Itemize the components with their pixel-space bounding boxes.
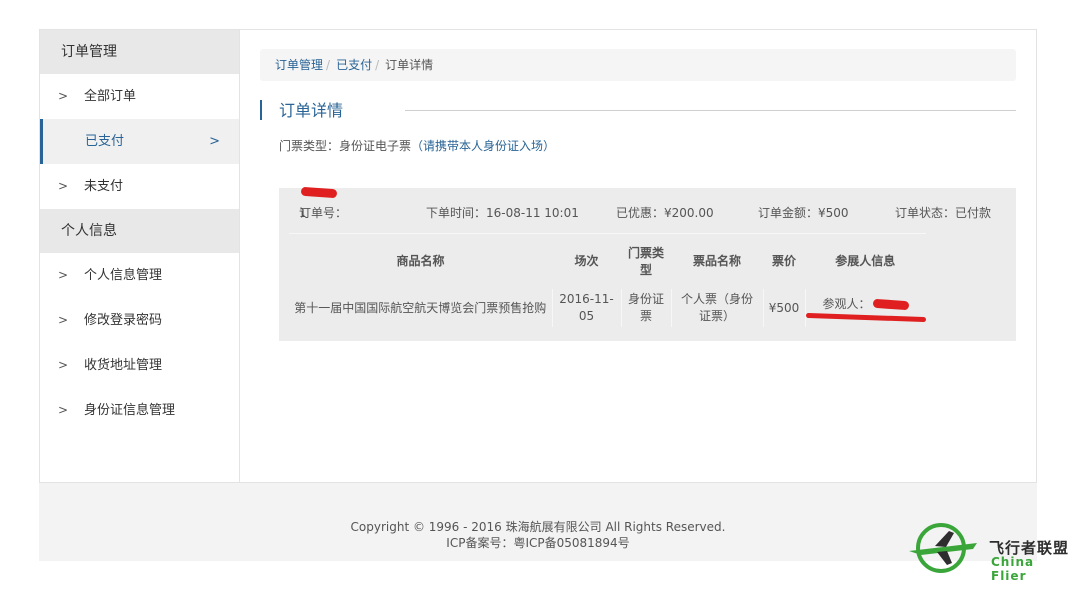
ticket-kind-text: 身份证票 [627,292,664,323]
sidebar-item-paid[interactable]: 已支付 > [40,119,239,164]
order-amount: 订单金额：¥500 [758,206,849,220]
redaction-mark [872,298,909,311]
ticket-name-text: 个人票（身份证票） [680,292,753,323]
chevron-right-icon: > [58,358,69,372]
sidebar-item-unpaid[interactable]: > 未支付 [40,164,239,209]
ticket-type-note: （请携带本人身份证入场） [411,139,556,153]
sidebar-group-personal: 个人信息 [40,209,239,253]
main-content: 订单管理 / 已支付 / 订单详情 订单详情 门票类型：身份证电子票（请携带本人身份证入… [260,30,1016,482]
chevron-right-icon: > [58,89,69,103]
order-items-table: 商品名称 场次 门票类型 票品名称 票价 参展人信息 第十一届中国国际航空航天博… [289,233,926,327]
watermark-en: China Flier [991,555,1035,583]
sidebar-item-label: 全部订单 [84,89,137,104]
icp-text: ICP备案号：粤ICP备05081894号 [446,536,630,550]
chevron-right-icon: > [58,313,69,327]
order-status: 订单状态：已付款 [895,206,992,220]
order-summary: 订单号： 1 下单时间：16-08-11 10:01 已优惠：¥200.00 订单… [279,186,1016,233]
breadcrumb-separator: / [375,58,380,72]
breadcrumb-separator: / [326,58,331,72]
sidebar-item-all-orders[interactable]: > 全部订单 [40,74,239,119]
session-date-text: 2016-11-05 [559,292,614,323]
table-header-row: 商品名称 场次 门票类型 票品名称 票价 参展人信息 [289,233,926,289]
ticket-name: 个人票（身份证票） [670,289,763,327]
column-header-text: 门票类型 [627,245,664,277]
sidebar-item-password[interactable]: > 修改登录密码 [40,298,239,343]
sidebar: 订单管理 > 全部订单 已支付 > > 未支付 个人信息 > 个人信息管理 > … [40,30,240,482]
footer: Copyright © 1996 - 2016 珠海航展有限公司 All Rig… [39,483,1037,561]
column-header: 参展人信息 [805,233,926,289]
ticket-type: 门票类型：身份证电子票（请携带本人身份证入场） [279,137,1016,154]
title-divider [405,110,1016,111]
redaction-mark [805,312,926,323]
sidebar-item-label: 身份证信息管理 [84,403,176,418]
chevron-right-icon: > [209,134,220,149]
plane-logo-icon [909,523,977,573]
chevron-right-icon: > [58,179,69,193]
ticket-kind: 身份证票 [620,289,671,327]
product-name: 第十一届中国国际航空航天博览会门票预售抢购 [294,300,547,315]
section-title: 订单详情 [260,99,1016,123]
column-header: 场次 [552,233,621,289]
visitor-info: 参观人： [804,289,926,327]
column-header: 商品名称 [289,233,552,289]
order-discount: 已优惠：¥200.00 [616,206,714,220]
watermark-logo: 飞行者联盟 China Flier [907,521,1072,583]
session-date: 2016-11-05 [551,289,621,327]
ticket-price: ¥500 [762,289,805,327]
sidebar-item-label: 未支付 [84,179,124,194]
content-frame: 订单管理 > 全部订单 已支付 > > 未支付 个人信息 > 个人信息管理 > … [39,29,1037,483]
sidebar-item-label: 已支付 [85,134,125,149]
table-row: 第十一届中国国际航空航天博览会门票预售抢购 2016-11-05 身份证票 个人… [289,289,926,327]
column-header: 票价 [763,233,805,289]
order-time: 下单时间：16-08-11 10:01 [426,206,579,220]
copyright-text: Copyright © 1996 - 2016 珠海航展有限公司 All Rig… [350,520,726,534]
sidebar-group-orders: 订单管理 [40,30,239,74]
page-title: 订单详情 [279,101,344,120]
sidebar-item-label: 个人信息管理 [84,268,163,283]
visitor-label: 参观人： [822,297,871,311]
breadcrumb-orders-link[interactable]: 订单管理 [275,58,323,72]
ticket-type-label: 门票类型：身份证电子票 [279,139,412,153]
chevron-right-icon: > [58,403,69,417]
sidebar-item-address[interactable]: > 收货地址管理 [40,343,239,388]
breadcrumb: 订单管理 / 已支付 / 订单详情 [260,49,1016,81]
breadcrumb-current: 订单详情 [385,58,434,72]
column-header: 票品名称 [671,233,763,289]
breadcrumb-paid-link[interactable]: 已支付 [336,58,372,72]
sidebar-item-label: 收货地址管理 [84,358,163,373]
sidebar-item-profile[interactable]: > 个人信息管理 [40,253,239,298]
sidebar-item-id-card[interactable]: > 身份证信息管理 [40,388,239,433]
sidebar-item-label: 修改登录密码 [84,313,163,328]
column-header: 门票类型 [621,233,671,289]
order-panel: 订单号： 1 下单时间：16-08-11 10:01 已优惠：¥200.00 订单… [279,186,1016,341]
title-accent-bar [260,100,262,120]
chevron-right-icon: > [58,268,69,282]
